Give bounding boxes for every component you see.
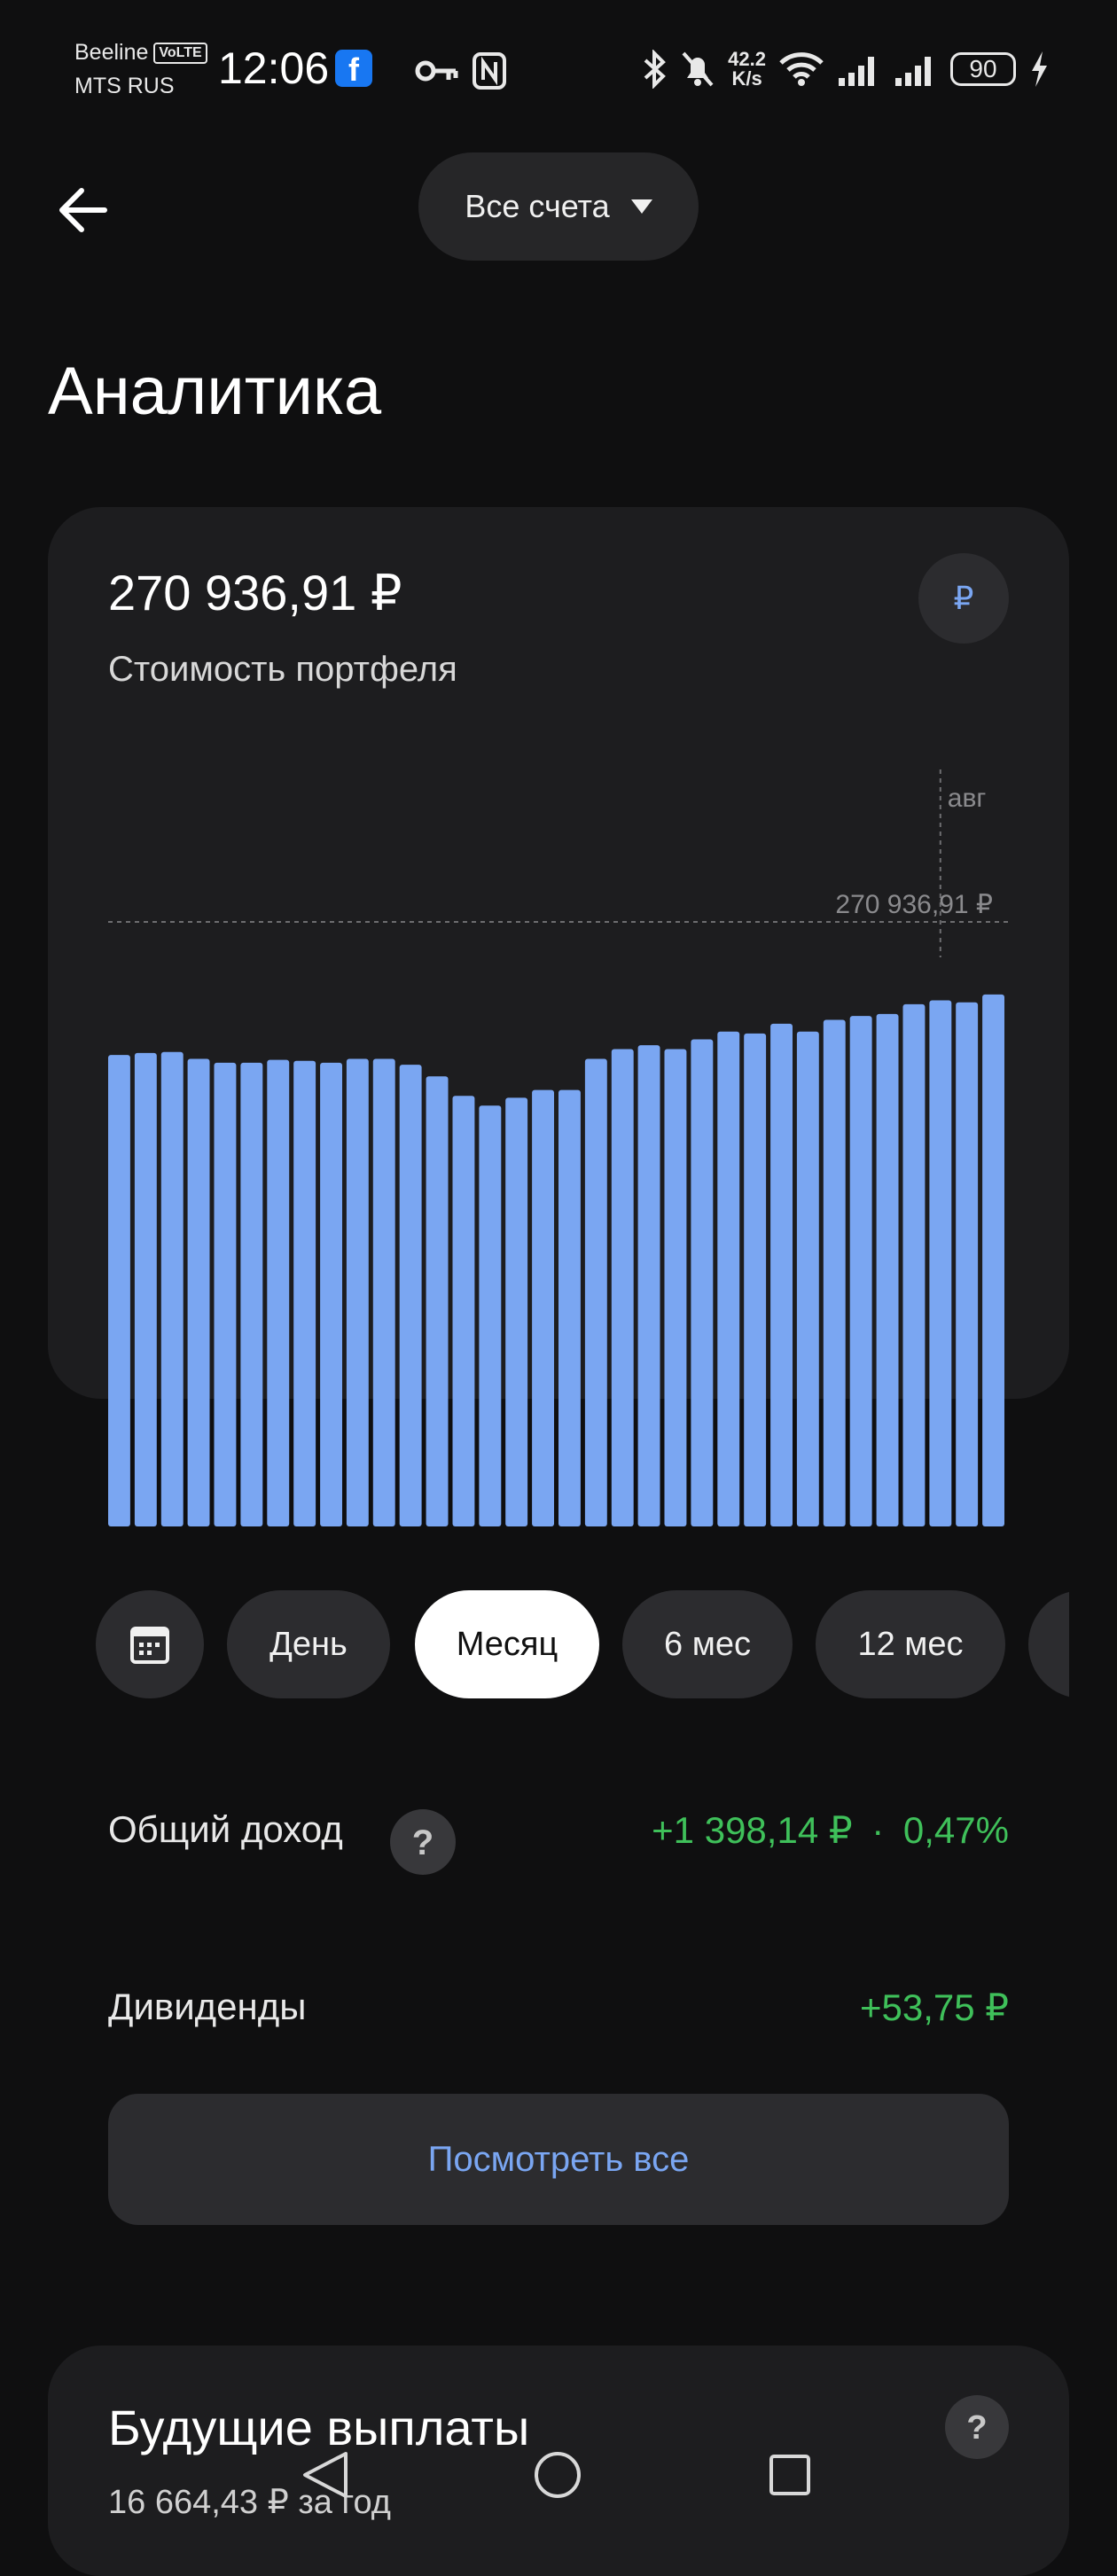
future-payments-title: Будущие выплаты bbox=[108, 2400, 530, 2455]
future-payments-subtitle: 16 664,43 ₽ за год bbox=[108, 2484, 391, 2521]
currency-button[interactable]: ₽ bbox=[918, 553, 1009, 644]
net-speed-unit: K/s bbox=[731, 67, 762, 90]
battery-level: 90 bbox=[950, 52, 1016, 86]
charging-icon bbox=[1032, 51, 1047, 87]
period-day[interactable]: День bbox=[227, 1590, 390, 1698]
page-title: Аналитика bbox=[48, 354, 382, 429]
income-help-button[interactable]: ? bbox=[390, 1809, 456, 1875]
net-speed-value: 42.2 bbox=[728, 48, 766, 70]
income-amount: +1 398,14 ₽ bbox=[652, 1809, 853, 1851]
account-selector[interactable]: Все счета bbox=[418, 152, 699, 261]
wifi-icon bbox=[779, 52, 824, 86]
bell-off-icon bbox=[682, 51, 714, 87]
see-all-button[interactable]: Посмотреть все bbox=[108, 2094, 1009, 2225]
period-month[interactable]: Месяц bbox=[415, 1590, 599, 1698]
income-percent: 0,47% bbox=[902, 1809, 1009, 1851]
period-12-months[interactable]: 12 мес bbox=[816, 1590, 1005, 1698]
portfolio-value: 270 936,91 ₽ bbox=[108, 565, 402, 621]
portfolio-card bbox=[48, 507, 1069, 1399]
facebook-icon: f bbox=[335, 50, 372, 88]
dividends-value: +53,75 ₽ bbox=[859, 1987, 1009, 2028]
income-value: +1 398,14 ₽ · 0,47% bbox=[652, 1808, 1009, 1852]
dropdown-triangle-icon bbox=[630, 199, 652, 214]
back-arrow-icon[interactable] bbox=[55, 182, 112, 238]
account-selector-label: Все счета bbox=[465, 188, 610, 224]
future-help-button[interactable]: ? bbox=[945, 2395, 1009, 2459]
calendar-icon bbox=[130, 1627, 169, 1664]
signal-icon bbox=[839, 57, 874, 86]
network-speed: 42.2 K/s bbox=[728, 50, 766, 89]
future-payments-card bbox=[48, 2346, 1069, 2576]
status-bar: Beeline VoLTE MTS RUS 12:06 f 42.2 K/s 90 bbox=[0, 0, 1117, 133]
carrier-2: MTS RUS bbox=[74, 74, 175, 98]
nfc-icon bbox=[473, 52, 506, 90]
period-selector: День Месяц 6 мес 12 мес bbox=[96, 1590, 1069, 1698]
carrier-info: Beeline VoLTE MTS RUS bbox=[74, 35, 207, 103]
carrier-1: Beeline bbox=[74, 40, 149, 65]
dividends-label: Дивиденды bbox=[108, 1986, 307, 2027]
portfolio-value-label: Стоимость портфеля bbox=[108, 650, 457, 689]
clock: 12:06 bbox=[218, 43, 330, 93]
calendar-button[interactable] bbox=[96, 1590, 204, 1698]
income-label: Общий доход bbox=[108, 1808, 343, 1850]
bluetooth-icon bbox=[644, 50, 667, 89]
income-separator: · bbox=[871, 1809, 885, 1851]
period-6-months[interactable]: 6 мес bbox=[622, 1590, 793, 1698]
key-icon bbox=[415, 60, 458, 82]
period-more[interactable] bbox=[1028, 1590, 1069, 1698]
signal-icon bbox=[895, 57, 931, 86]
volte-badge: VoLTE bbox=[153, 43, 207, 65]
